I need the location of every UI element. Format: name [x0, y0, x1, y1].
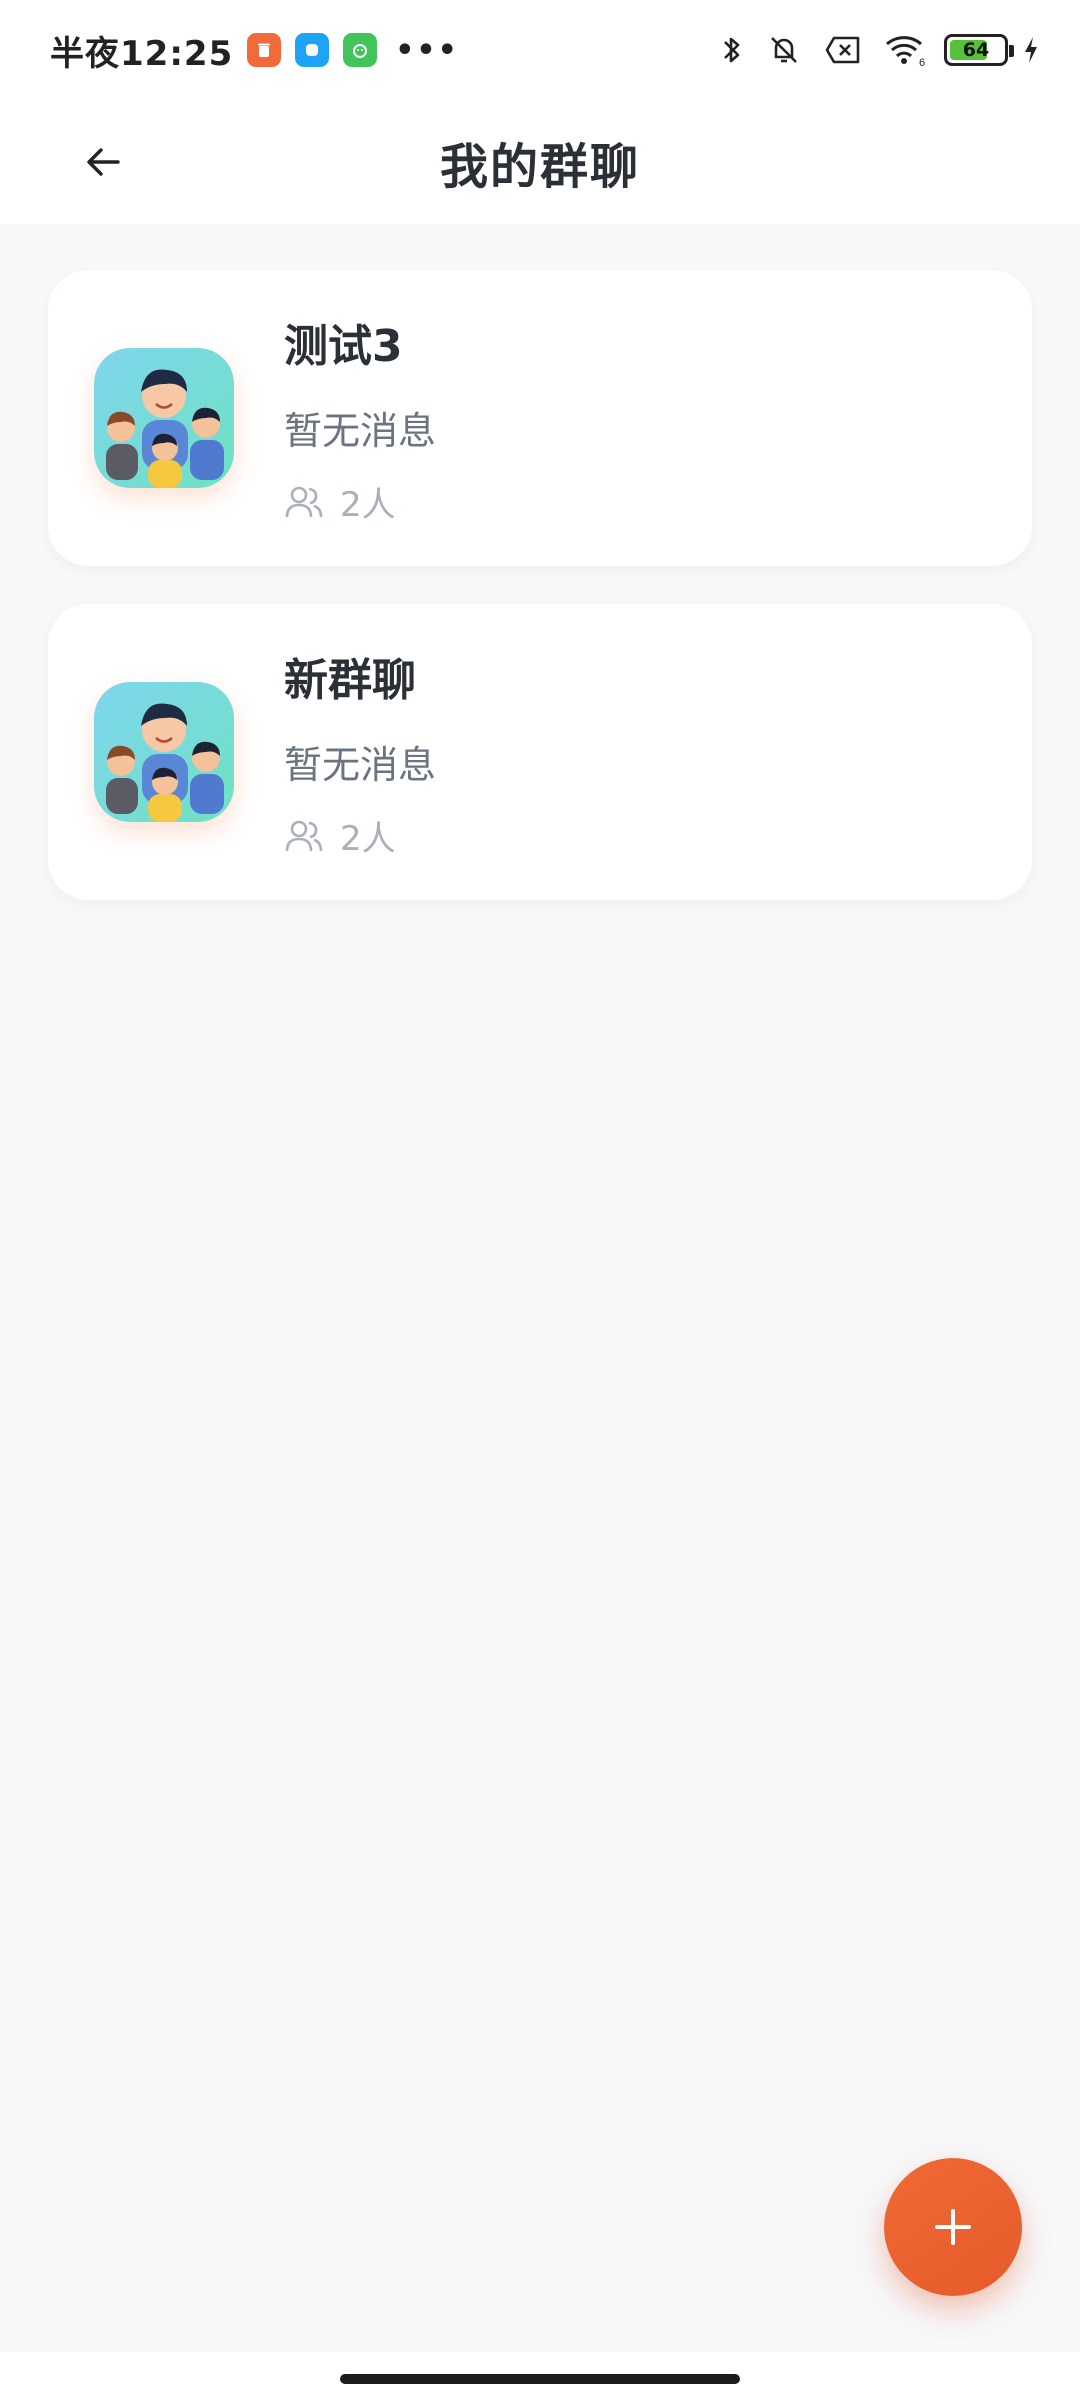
create-group-button[interactable]: [884, 2158, 1022, 2296]
home-indicator[interactable]: [340, 2374, 740, 2384]
group-list: 测试3 暂无消息 2人 新群聊 暂无消息 2人: [48, 270, 1032, 938]
status-time: 半夜12:25: [50, 33, 234, 74]
green-app-icon: [343, 33, 378, 67]
group-name: 新群聊: [284, 655, 416, 706]
group-card[interactable]: 新群聊 暂无消息 2人: [48, 604, 1032, 900]
group-card[interactable]: 测试3 暂无消息 2人: [48, 270, 1032, 566]
svg-text:6: 6: [919, 57, 925, 67]
family-avatar-icon: [94, 348, 234, 488]
member-count-label: 2人: [340, 485, 396, 525]
mute-bell-icon: [766, 32, 802, 68]
no-sim-icon: [824, 35, 862, 65]
page-title: 我的群聊: [439, 139, 640, 195]
app-header: 我的群聊: [0, 100, 1080, 224]
people-icon: [285, 820, 323, 851]
blue-app-icon: [295, 33, 330, 67]
page: 半夜12:25 ••• 6 64 我的群聊 测试3 暂无消息 2人 新群聊 暂无…: [0, 0, 1080, 2400]
bluetooth-icon: [720, 33, 744, 67]
group-last-message: 暂无消息: [284, 743, 437, 787]
member-count-label: 2人: [340, 819, 396, 859]
arrow-left-icon: [87, 148, 120, 176]
trash-app-icon: [247, 33, 282, 67]
battery-indicator: 64: [944, 34, 1014, 66]
wifi-icon: 6: [884, 33, 926, 67]
family-avatar-icon: [94, 682, 234, 822]
plus-icon: [935, 2209, 971, 2245]
group-last-message: 暂无消息: [284, 409, 437, 453]
group-name: 测试3: [284, 321, 403, 372]
people-icon: [285, 486, 323, 517]
group-member-count: 2人: [284, 811, 436, 860]
status-more-icon: •••: [395, 32, 459, 68]
status-bar: 半夜12:25 ••• 6 64: [0, 0, 1080, 100]
back-button[interactable]: [72, 130, 136, 194]
charging-icon: [1022, 35, 1040, 65]
group-member-count: 2人: [284, 477, 436, 526]
